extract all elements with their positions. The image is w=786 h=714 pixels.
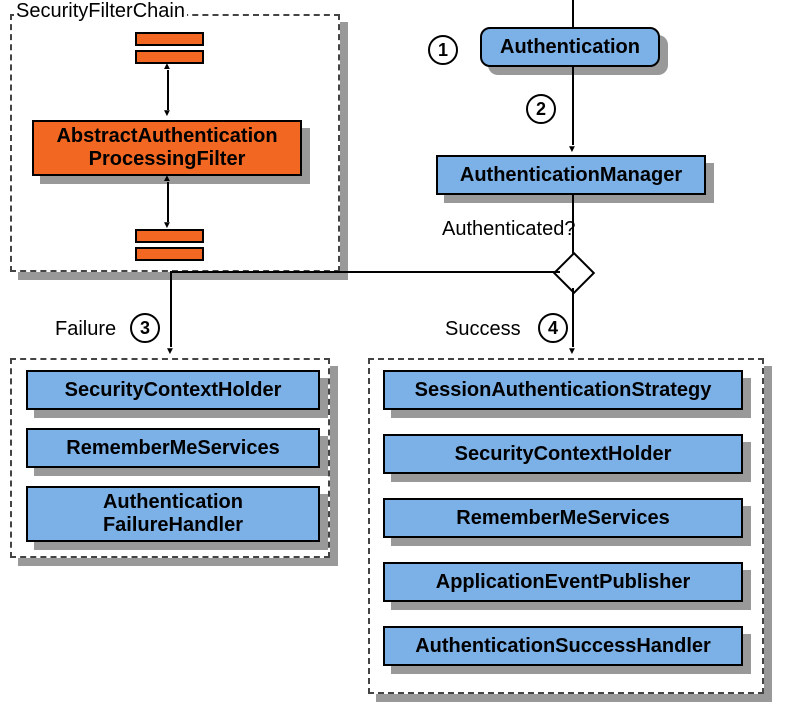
success-item: RememberMeServices <box>383 498 743 538</box>
failure-arrow <box>170 271 172 347</box>
failure-item: SecurityContextHolder <box>26 370 320 410</box>
branch-line <box>170 271 560 273</box>
authentication-manager-box: AuthenticationManager <box>436 155 706 195</box>
step-number-2: 2 <box>526 94 556 124</box>
decision-diamond <box>553 252 595 294</box>
arrow-updown <box>167 182 169 222</box>
decision-label: Authenticated? <box>442 218 575 241</box>
flow-arrow <box>572 67 574 145</box>
filter-bar <box>135 32 204 46</box>
failure-label: Failure <box>55 318 116 341</box>
authentication-box: Authentication <box>480 27 660 67</box>
arrow-updown <box>167 70 169 110</box>
filter-bar <box>135 247 204 261</box>
filterchain-title: SecurityFilterChain <box>14 0 187 23</box>
success-item: SessionAuthenticationStrategy <box>383 370 743 410</box>
filter-bar <box>135 229 204 243</box>
success-arrow <box>572 288 574 347</box>
success-item: SecurityContextHolder <box>383 434 743 474</box>
success-item: ApplicationEventPublisher <box>383 562 743 602</box>
failure-item: Authentication FailureHandler <box>26 486 320 542</box>
step-number-1: 1 <box>428 35 458 65</box>
success-item: AuthenticationSuccessHandler <box>383 626 743 666</box>
failure-item: RememberMeServices <box>26 428 320 468</box>
step-number-4: 4 <box>538 313 568 343</box>
flow-line <box>572 0 574 27</box>
abstract-auth-processing-filter: AbstractAuthentication ProcessingFilter <box>32 120 302 176</box>
step-number-3: 3 <box>130 313 160 343</box>
success-label: Success <box>445 318 521 341</box>
